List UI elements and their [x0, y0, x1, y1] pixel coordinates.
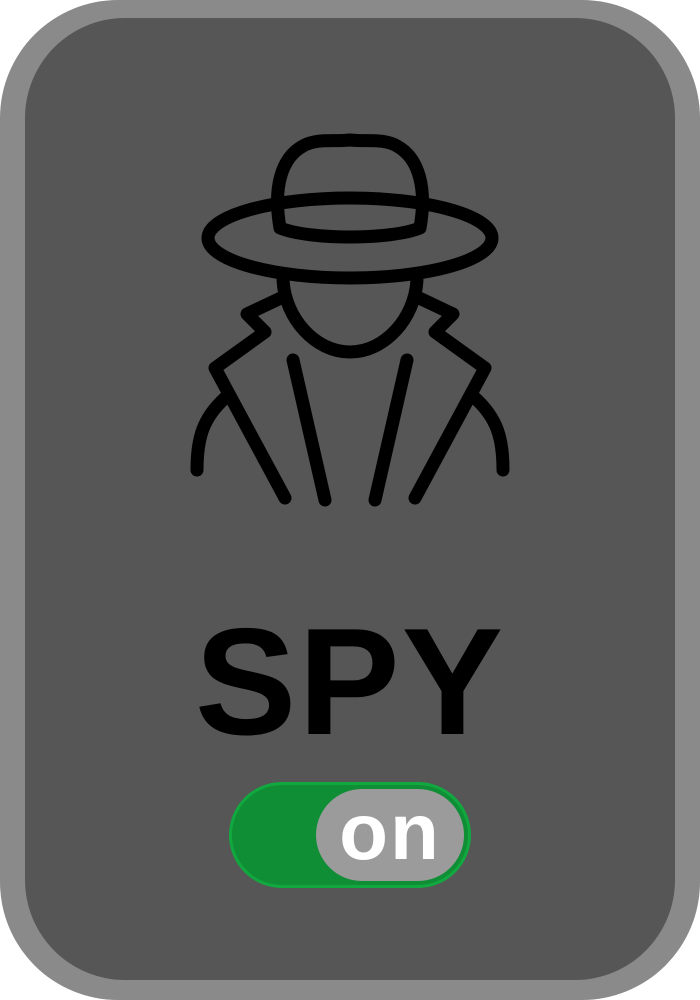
spy-icon	[190, 133, 510, 507]
toggle-knob[interactable]: on	[316, 789, 464, 881]
card-title: SPY	[194, 597, 506, 767]
toggle-state-label: on	[339, 787, 441, 876]
spy-toggle-switch[interactable]: on	[229, 782, 471, 888]
card-border: SPY on	[0, 0, 700, 1000]
